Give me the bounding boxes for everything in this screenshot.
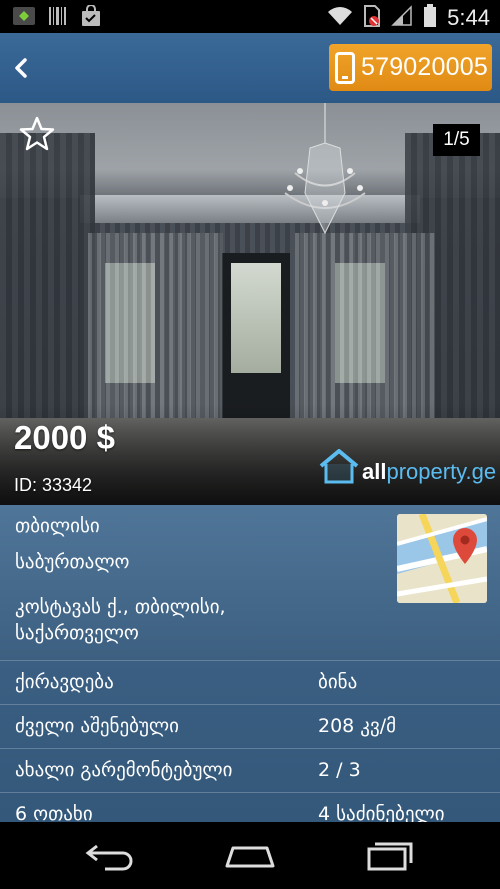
logo-suffix: property.ge [386,459,497,484]
district: საბურთალო [15,551,130,573]
table-row: ახალი გარემონტებული 2 / 3 [0,748,500,792]
table-row: 6 ოთახი 4 საძინებელი [0,792,500,822]
signal-icon [391,5,413,31]
row-value: 208 კვ/მ [318,715,397,737]
address-line-1: კოსტავას ქ., თბილისი, [15,596,226,618]
logo-prefix: all [362,459,387,484]
row-label: 6 ოთახი [15,803,93,822]
system-navigation-bar [0,822,500,889]
shopping-bag-icon [80,4,102,31]
map-button[interactable] [397,514,487,603]
nav-back-button[interactable] [85,838,135,876]
app-icon [12,5,36,31]
wifi-icon [327,5,353,31]
nav-home-button[interactable] [223,838,277,876]
logo-text: allproperty.ge [362,459,496,485]
nav-recent-apps-button[interactable] [365,838,415,876]
chevron-left-icon [15,58,27,78]
location-section: თბილისი საბურთალო კოსტავას ქ., თბილისი, … [0,505,500,660]
recent-apps-icon [367,842,413,871]
row-value: 2 / 3 [318,759,361,781]
row-label: ახალი გარემონტებული [15,759,233,781]
call-button[interactable]: 579020005 [329,44,492,91]
table-row: ქირავდება ბინა [0,660,500,704]
battery-icon [423,4,437,32]
row-label: ძველი აშენებული [15,715,179,737]
star-icon [19,116,55,151]
status-bar: 5:44 [0,0,500,33]
row-value: ბინა [318,671,358,693]
price: 2000 $ [14,419,115,456]
back-button[interactable] [8,53,36,83]
no-sim-icon [363,4,381,32]
details-table: ქირავდება ბინა ძველი აშენებული 208 კვ/მ … [0,660,500,822]
system-icons: 5:44 [327,4,490,32]
listing-id: ID: 33342 [14,475,93,495]
phone-number: 579020005 [361,53,488,81]
row-value: 4 საძინებელი [318,803,445,822]
address-line-2: საქართველო [15,622,139,644]
table-row: ძველი აშენებული 208 კვ/მ [0,704,500,748]
allproperty-logo: allproperty.ge [318,449,496,485]
photo-door-glass [231,263,281,373]
photo-counter: 1/5 [433,124,480,156]
action-bar: 579020005 [0,33,500,103]
listing-photo[interactable]: 1/5 2000 $ ID: 33342 allproperty.ge [0,103,500,505]
house-icon [319,449,359,484]
mobile-phone-icon [335,51,355,84]
row-label: ქირავდება [15,671,114,693]
chandelier-image [284,103,366,235]
favorite-button[interactable] [18,115,56,153]
back-arrow-icon [85,844,133,871]
map-pin-icon [397,514,487,603]
home-icon [225,846,275,868]
clock: 5:44 [447,5,490,30]
notification-icons [12,4,102,31]
city: თბილისი [15,515,100,537]
barcode-icon [48,5,68,31]
